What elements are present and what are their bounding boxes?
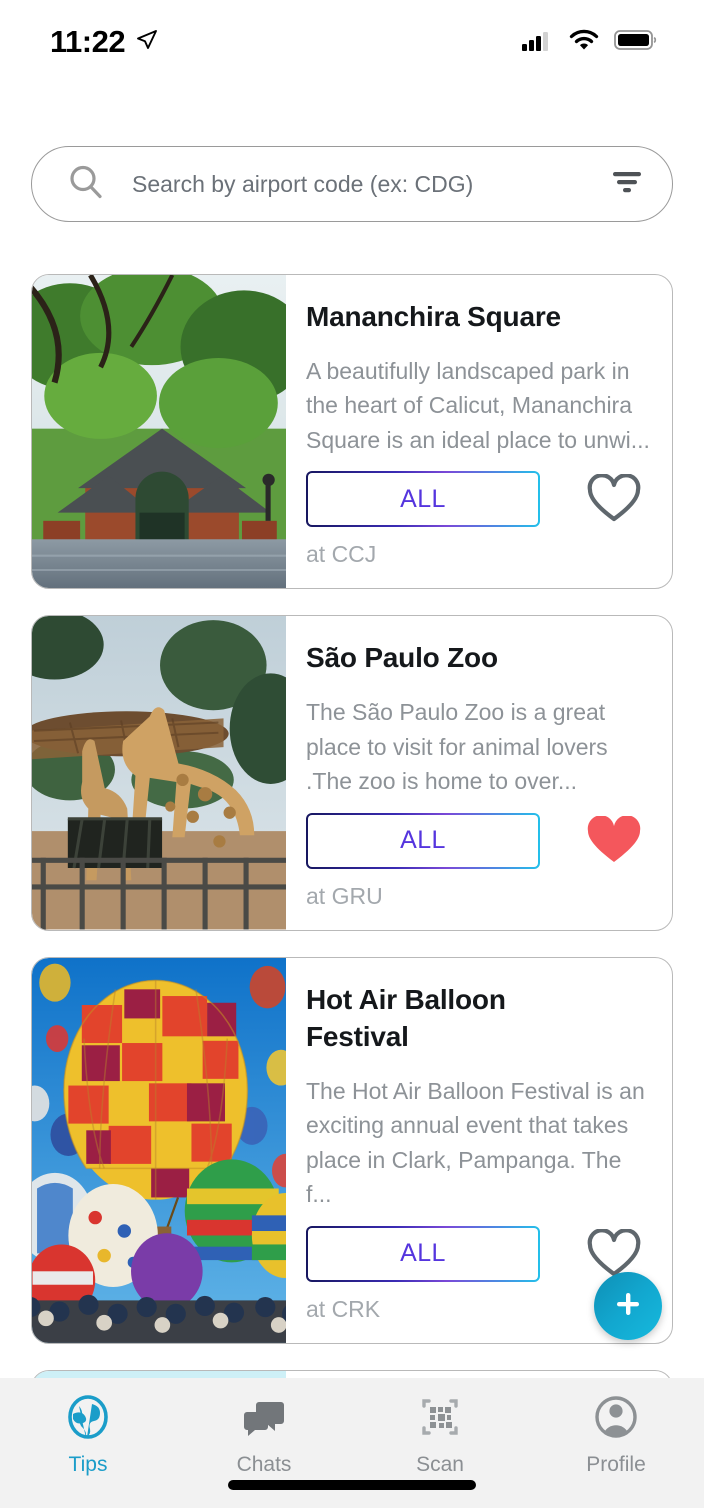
favorite-heart-icon[interactable] — [586, 474, 642, 524]
phone-screen: 11:22 Search by airport code (ex: CDG) M… — [0, 0, 704, 1508]
wifi-icon — [568, 28, 600, 57]
sao-paulo-zoo-photo — [32, 616, 286, 930]
tab-profile[interactable]: Profile — [528, 1394, 704, 1477]
search-input[interactable] — [106, 170, 608, 198]
search-bar[interactable] — [31, 146, 673, 222]
tip-card-description: The São Paulo Zoo is a great place to vi… — [306, 699, 608, 795]
tab-profile-label: Profile — [586, 1453, 646, 1476]
status-time: 11:22 — [50, 24, 126, 59]
tab-scan[interactable]: Scan — [352, 1394, 528, 1477]
tip-card-body: São Paulo Zoo The São Paulo Zoo is a gre… — [286, 616, 672, 929]
all-button-label: ALL — [308, 814, 538, 867]
qr-code-icon — [417, 1394, 463, 1445]
search-icon — [66, 162, 106, 207]
hot-air-balloon-festival-photo — [32, 957, 286, 1343]
tip-card-body: Mananchira Square A beautifully landscap… — [286, 275, 672, 588]
status-bar-left: 11:22 — [50, 24, 159, 60]
favorite-heart-icon[interactable] — [586, 1228, 642, 1279]
location-arrow-icon — [135, 28, 159, 57]
cellular-signal-icon — [522, 28, 554, 57]
tip-card-title: São Paulo Zoo — [306, 642, 498, 674]
tip-card-title: Hot Air Balloon Festival — [306, 983, 506, 1052]
tip-card-airport: at GRU — [306, 882, 383, 909]
home-indicator — [228, 1480, 476, 1490]
all-button-label: ALL — [308, 473, 538, 526]
tab-scan-label: Scan — [416, 1453, 464, 1476]
tip-card-title: Mananchira Square — [306, 301, 561, 332]
tip-card-airport: at CCJ — [306, 541, 377, 568]
tip-card[interactable]: Hot Air Balloon Festival The Hot Air Bal… — [31, 956, 673, 1344]
battery-full-icon — [614, 28, 658, 57]
tip-card-actions: ALL — [306, 471, 650, 528]
status-bar-right — [522, 28, 658, 57]
tip-card[interactable]: São Paulo Zoo The São Paulo Zoo is a gre… — [31, 615, 673, 931]
tab-chats-label: Chats — [236, 1453, 292, 1476]
tab-chats[interactable]: Chats — [176, 1394, 352, 1477]
status-bar: 11:22 — [0, 0, 704, 84]
globe-icon — [65, 1394, 111, 1445]
tip-card-description: The Hot Air Balloon Festival is an excit… — [306, 1077, 645, 1208]
tab-tips[interactable]: Tips — [0, 1394, 176, 1477]
all-button[interactable]: ALL — [306, 1225, 540, 1282]
favorite-heart-icon[interactable] — [586, 815, 642, 866]
tips-card-list[interactable]: Mananchira Square A beautifully landscap… — [0, 274, 704, 1384]
plus-icon — [611, 1287, 645, 1326]
person-icon — [593, 1394, 639, 1445]
tip-card-description: A beautifully landscaped park in the hea… — [306, 357, 650, 453]
tip-card[interactable]: Mananchira Square A beautifully landscap… — [31, 274, 673, 590]
tip-card-actions: ALL — [306, 812, 650, 869]
add-tip-fab-button[interactable] — [594, 1272, 662, 1340]
filter-icon[interactable] — [608, 167, 646, 202]
tip-card-actions: ALL — [306, 1225, 650, 1282]
chat-bubbles-icon — [241, 1394, 287, 1445]
mananchira-square-photo — [32, 275, 286, 589]
tab-tips-label: Tips — [68, 1453, 108, 1476]
all-button[interactable]: ALL — [306, 812, 540, 869]
all-button-label: ALL — [308, 1227, 538, 1280]
all-button[interactable]: ALL — [306, 471, 540, 528]
